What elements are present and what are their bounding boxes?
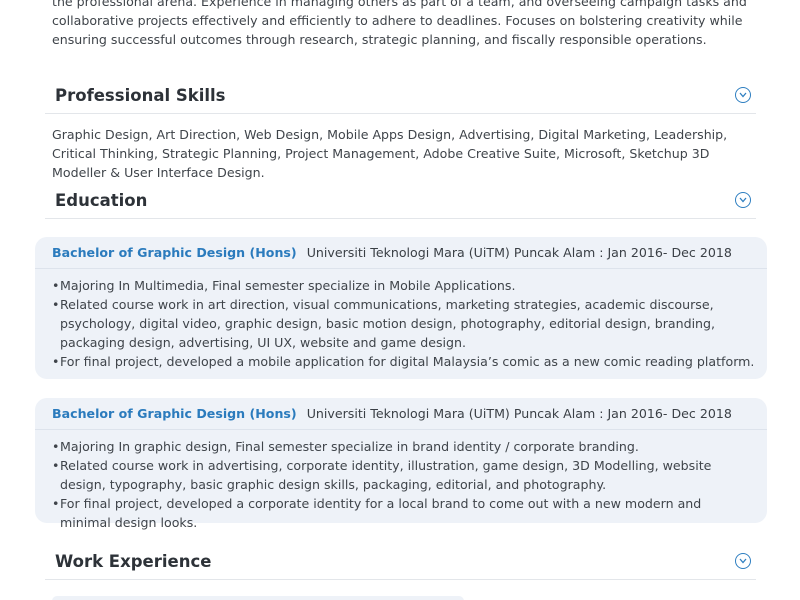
list-item: Related course work in advertising, corp… xyxy=(52,456,755,494)
degree-title: Bachelor of Graphic Design (Hons) xyxy=(52,406,297,421)
education-points: Majoring In graphic design, Final semest… xyxy=(35,430,767,544)
chevron-down-icon[interactable] xyxy=(735,87,751,103)
education-card: Bachelor of Graphic Design (Hons) Univer… xyxy=(35,237,767,379)
section-title-work: Work Experience xyxy=(55,552,212,571)
section-header-education[interactable]: Education xyxy=(45,184,756,219)
skills-text: Graphic Design, Art Direction, Web Desig… xyxy=(52,127,728,180)
education-card-header: Bachelor of Graphic Design (Hons) Univer… xyxy=(35,398,767,430)
section-header-skills[interactable]: Professional Skills xyxy=(45,79,756,114)
section-header-work[interactable]: Work Experience xyxy=(45,545,756,580)
section-title-education: Education xyxy=(55,191,148,210)
education-card: Bachelor of Graphic Design (Hons) Univer… xyxy=(35,398,767,530)
summary-text: the professional arena. Experience in ma… xyxy=(52,0,747,47)
degree-title: Bachelor of Graphic Design (Hons) xyxy=(52,245,297,260)
school-info: Universiti Teknologi Mara (UiTM) Puncak … xyxy=(306,245,732,260)
education-points: Majoring In Multimedia, Final semester s… xyxy=(35,269,767,383)
school-info: Universiti Teknologi Mara (UiTM) Puncak … xyxy=(306,406,732,421)
section-title-skills: Professional Skills xyxy=(55,86,226,105)
chevron-down-icon[interactable] xyxy=(735,553,751,569)
list-item: For final project, developed a mobile ap… xyxy=(52,352,755,371)
work-card xyxy=(52,596,464,600)
education-card-header: Bachelor of Graphic Design (Hons) Univer… xyxy=(35,237,767,269)
chevron-down-icon[interactable] xyxy=(735,192,751,208)
resume-page: the professional arena. Experience in ma… xyxy=(0,0,800,600)
list-item: Majoring In Multimedia, Final semester s… xyxy=(52,276,755,295)
list-item: Related course work in art direction, vi… xyxy=(52,295,755,352)
list-item: For final project, developed a corporate… xyxy=(52,494,755,532)
list-item: Majoring In graphic design, Final semest… xyxy=(52,437,755,456)
